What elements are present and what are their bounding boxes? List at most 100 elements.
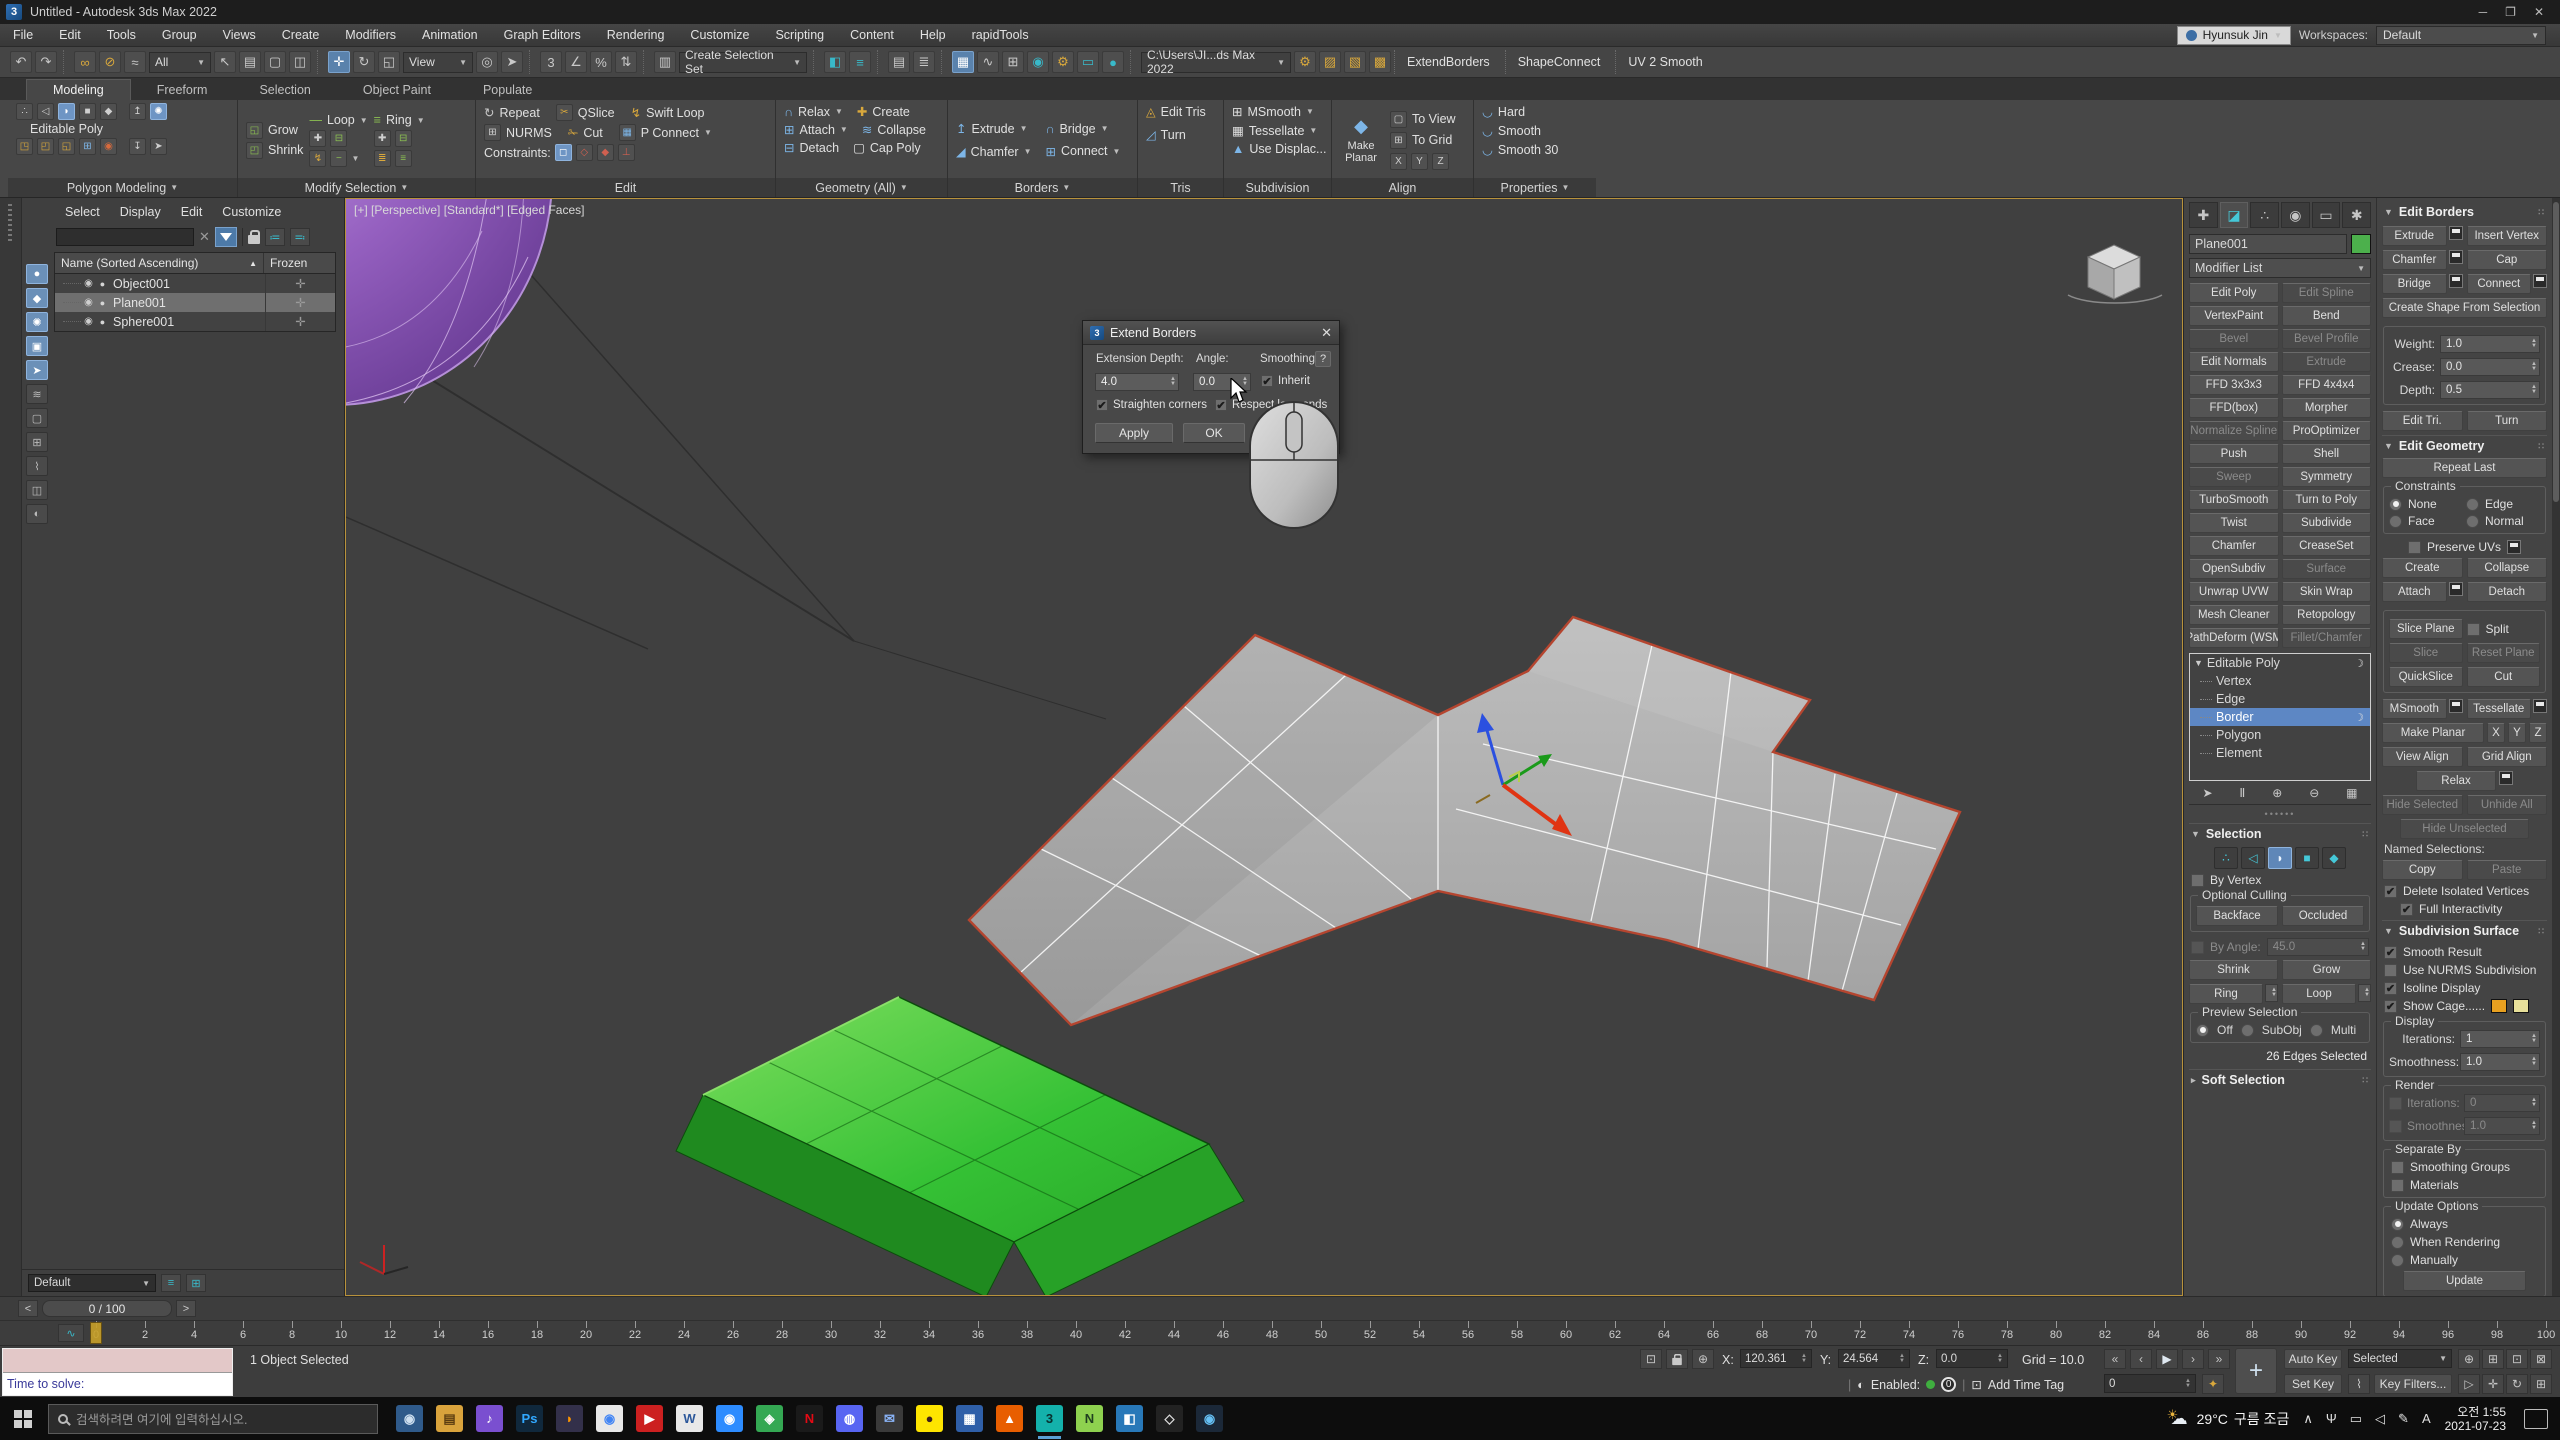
set-keys-button[interactable]: + (2235, 1348, 2277, 1394)
taskbar-app-media-player[interactable]: ♪ (476, 1405, 503, 1432)
menu-rapidtools[interactable]: rapidTools (959, 24, 1042, 46)
render-smoothness-checkbox[interactable] (2389, 1120, 2402, 1133)
taskbar-clock[interactable]: 오전 1:55 2021-07-23 (2445, 1405, 2506, 1433)
maximize-viewport-icon[interactable]: ⊞ (2530, 1374, 2552, 1394)
quickslice-button[interactable]: QuickSlice (2389, 667, 2463, 687)
preserve-uvs-settings-icon[interactable] (2507, 540, 2521, 554)
taskbar-search-input[interactable]: 검색하려면 여기에 입력하십시오. (48, 1404, 378, 1434)
cap-button[interactable]: Cap (2467, 250, 2548, 270)
use-displacement-button[interactable]: ▲Use Displac... (1232, 142, 1326, 156)
explorer-menu-display[interactable]: Display (111, 203, 170, 221)
lock-explorer-icon[interactable] (248, 235, 260, 244)
modifier-button-turn-to-poly[interactable]: Turn to Poly (2282, 490, 2372, 510)
grow-ring-icon[interactable]: ✚ (374, 130, 391, 147)
modifier-button-morpher[interactable]: Morpher (2282, 398, 2372, 418)
next-modifier-icon[interactable]: ↧ (129, 138, 146, 155)
maximize-button[interactable]: ❐ (2505, 5, 2516, 19)
planar-axis-z[interactable]: Z (2529, 723, 2547, 743)
render-iterations-spinner[interactable]: 0▲▼ (2464, 1094, 2540, 1112)
tray-expand-icon[interactable]: ∧ (2303, 1411, 2313, 1427)
ribbon-label-modify-selection[interactable]: Modify Selection▼ (238, 178, 475, 197)
redo-icon[interactable]: ↷ (35, 51, 57, 73)
menu-views[interactable]: Views (210, 24, 269, 46)
taskbar-app-discord[interactable]: ◍ (836, 1405, 863, 1432)
modifier-button-edit-poly[interactable]: Edit Poly (2189, 283, 2279, 303)
taskbar-app-vlc[interactable]: ▲ (996, 1405, 1023, 1432)
stack-item-vertex[interactable]: Vertex (2190, 672, 2370, 690)
go-to-start-button[interactable]: « (2104, 1349, 2126, 1369)
mirror-icon[interactable]: ◧ (824, 51, 846, 73)
stack-root-editable-poly[interactable]: ▼Editable Poly ☽ (2190, 654, 2370, 672)
edit-geometry-rollout-header[interactable]: ▼Edit Geometry∷ (2382, 435, 2547, 456)
modifier-button-ffd-4x4x4[interactable]: FFD 4x4x4 (2282, 375, 2372, 395)
ribbon-tab-selection[interactable]: Selection (233, 80, 336, 100)
selected-keyset-dropdown[interactable]: Selected▼ (2348, 1349, 2452, 1368)
modifier-button-skin-wrap[interactable]: Skin Wrap (2282, 582, 2372, 602)
animation-shield-icon[interactable]: ◐ (1857, 1378, 1865, 1392)
tab-display[interactable]: ▭ (2312, 202, 2341, 228)
turn-tri-button[interactable]: Turn (2467, 411, 2548, 431)
attach-dropdown[interactable]: ⊞Attach▼ (784, 122, 848, 137)
filter-bones-icon[interactable]: ⌇ (26, 456, 48, 476)
tessellate-button[interactable]: Tessellate (2467, 699, 2532, 719)
scene-object-row-plane001[interactable]: ◉●Plane001✛ (55, 293, 335, 312)
update-always-radio[interactable] (2391, 1218, 2404, 1231)
slice-plane-button[interactable]: Slice Plane (2389, 619, 2463, 639)
menu-scripting[interactable]: Scripting (762, 24, 837, 46)
apply-button[interactable]: Apply (1095, 423, 1173, 443)
explorer-list-icon[interactable]: ≡ (161, 1274, 181, 1292)
filter-lights-icon[interactable]: ✺ (26, 312, 48, 332)
full-interactivity-checkbox[interactable]: ✔ (2400, 903, 2413, 916)
smooth-30-button[interactable]: ◡Smooth 30 (1482, 142, 1558, 157)
flat-view-icon[interactable]: ≕ (290, 228, 310, 246)
select-and-rotate-icon[interactable]: ↻ (353, 51, 375, 73)
dot-ring-icon[interactable]: ≣ (374, 150, 391, 167)
constraint-face-radio[interactable] (2389, 515, 2402, 528)
render-production-icon[interactable]: ● (1102, 51, 1124, 73)
toggle-ribbon-icon[interactable]: ▦ (952, 51, 974, 73)
create-button[interactable]: ✚Create (857, 104, 910, 119)
menu-group[interactable]: Group (149, 24, 210, 46)
pin-stack-icon[interactable]: ➤ (2202, 786, 2212, 800)
select-and-manipulate-icon[interactable]: ➤ (501, 51, 523, 73)
menu-customize[interactable]: Customize (677, 24, 762, 46)
ribbon-label-tris[interactable]: Tris (1138, 178, 1223, 197)
start-button[interactable] (14, 1410, 32, 1428)
ribbon-label-align[interactable]: Align (1332, 178, 1473, 197)
project-structure-icon[interactable]: ▧ (1344, 51, 1366, 73)
align-axis-x[interactable]: X (1390, 153, 1407, 170)
msmooth-settings-icon[interactable] (2449, 699, 2463, 713)
taskbar-app-youtube[interactable]: ▶ (636, 1405, 663, 1432)
stack-item-polygon[interactable]: Polygon (2190, 726, 2370, 744)
undo-icon[interactable]: ↶ (10, 51, 32, 73)
detach-button[interactable]: Detach (2467, 582, 2548, 602)
tray-ime-icon[interactable]: A (2422, 1411, 2431, 1426)
open-project-folder-icon[interactable]: ▨ (1319, 51, 1341, 73)
modifier-button-opensubdiv[interactable]: OpenSubdiv (2189, 559, 2279, 579)
collapse-geo-button[interactable]: Collapse (2467, 558, 2548, 578)
tray-mic-icon[interactable]: Ψ (2326, 1411, 2337, 1426)
taskbar-app-kakaotalk[interactable]: ● (916, 1405, 943, 1432)
taskbar-app-zoom[interactable]: ◉ (716, 1405, 743, 1432)
edit-tri-button[interactable]: Edit Tri. (2382, 411, 2463, 431)
y-coordinate-field[interactable]: 24.564▲▼ (1838, 1349, 1910, 1368)
view-align-button[interactable]: View Align (2382, 747, 2463, 767)
make-planar-button[interactable]: Make Planar (1340, 140, 1382, 164)
left-dock-handle[interactable] (0, 198, 22, 1296)
reference-coordinate-dropdown[interactable]: View▼ (403, 52, 473, 73)
ribbon-label-subdivision[interactable]: Subdivision (1224, 178, 1331, 197)
taskbar-app-maps[interactable]: ◈ (756, 1405, 783, 1432)
filter-geometry-icon[interactable]: ● (26, 264, 48, 284)
next-frame-button[interactable]: > (176, 1300, 196, 1317)
filter-groups-icon[interactable]: ▢ (26, 408, 48, 428)
menu-file[interactable]: File (0, 24, 46, 46)
selection-filter-dropdown[interactable]: All▼ (149, 52, 211, 73)
display-iterations-spinner[interactable]: 1▲▼ (2460, 1030, 2540, 1048)
filter-funnel-icon[interactable] (215, 227, 237, 247)
grow-selection-button[interactable]: Grow (2282, 960, 2371, 980)
cage-color-2-swatch[interactable] (2513, 999, 2529, 1013)
z-coordinate-field[interactable]: 0.0▲▼ (1936, 1349, 2008, 1368)
p-connect-button[interactable]: ▦P Connect▼ (619, 124, 712, 141)
play-button[interactable]: ▶ (2156, 1349, 2178, 1369)
ring-dropdown[interactable]: ≡Ring▼ (374, 113, 425, 127)
